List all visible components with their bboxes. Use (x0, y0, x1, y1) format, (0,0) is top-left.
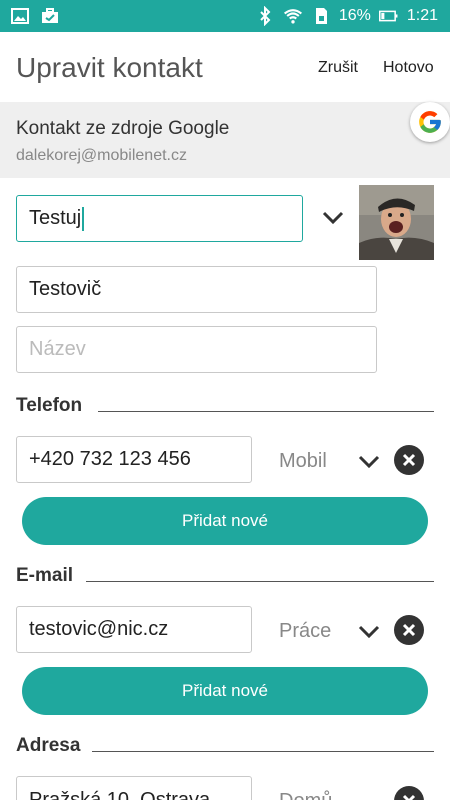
cancel-button[interactable]: Zrušit (318, 59, 358, 77)
battery-percent: 16% (338, 7, 371, 24)
email-field[interactable]: testovic@nic.cz (16, 606, 252, 653)
email-type-select[interactable]: Práce (279, 620, 331, 643)
status-bar: 16% 1:21 (0, 0, 450, 32)
company-field[interactable]: Název (16, 326, 377, 373)
close-icon (402, 453, 416, 467)
page-title: Upravit kontakt (16, 52, 203, 83)
google-icon (410, 102, 450, 142)
phone-section-divider (98, 411, 434, 412)
first-name-value: Testuj (29, 207, 82, 229)
add-phone-button[interactable]: Přidat nové (22, 497, 428, 545)
text-cursor (82, 206, 85, 231)
email-section-title: E-mail (16, 565, 74, 586)
email-value: testovic@nic.cz (29, 618, 169, 640)
email-section-divider (86, 581, 434, 582)
phone-section-title: Telefon (16, 395, 83, 416)
phone-value: +420 732 123 456 (29, 448, 191, 470)
done-button[interactable]: Hotovo (383, 59, 434, 77)
bluetooth-icon (260, 6, 271, 26)
sim-icon (315, 8, 327, 24)
account-email: dalekorej@mobilenet.cz (16, 147, 187, 164)
company-placeholder: Název (29, 338, 86, 360)
account-source: Kontakt ze zdroje Google dalekorej@mobil… (0, 102, 450, 178)
chevron-down-icon[interactable] (358, 625, 380, 639)
address-section-title: Adresa (16, 735, 81, 756)
close-icon (402, 794, 416, 800)
chevron-down-icon[interactable] (358, 455, 380, 469)
chevron-down-icon[interactable] (322, 211, 344, 225)
phone-type-select[interactable]: Mobil (279, 450, 327, 473)
address-field[interactable]: Pražská 10, Ostrava (16, 776, 252, 800)
add-email-button[interactable]: Přidat nové (22, 667, 428, 715)
app-bar: Upravit kontakt Zrušit Hotovo (0, 32, 450, 102)
first-name-field[interactable]: Testuj (16, 195, 303, 242)
briefcase-icon (42, 8, 58, 23)
contact-photo[interactable] (359, 185, 434, 260)
last-name-value: Testovič (29, 278, 102, 300)
address-type-select[interactable]: Domů (279, 790, 332, 800)
clock: 1:21 (406, 7, 438, 24)
address-section-divider (92, 751, 434, 752)
image-icon (11, 8, 29, 24)
battery-icon (378, 10, 398, 22)
last-name-field[interactable]: Testovič (16, 266, 377, 313)
remove-email-button[interactable] (394, 615, 424, 645)
remove-phone-button[interactable] (394, 445, 424, 475)
wifi-icon (283, 9, 302, 24)
remove-address-button[interactable] (394, 786, 424, 800)
close-icon (402, 623, 416, 637)
address-value: Pražská 10, Ostrava (29, 789, 211, 800)
phone-field[interactable]: +420 732 123 456 (16, 436, 252, 483)
account-title: Kontakt ze zdroje Google (16, 118, 230, 139)
